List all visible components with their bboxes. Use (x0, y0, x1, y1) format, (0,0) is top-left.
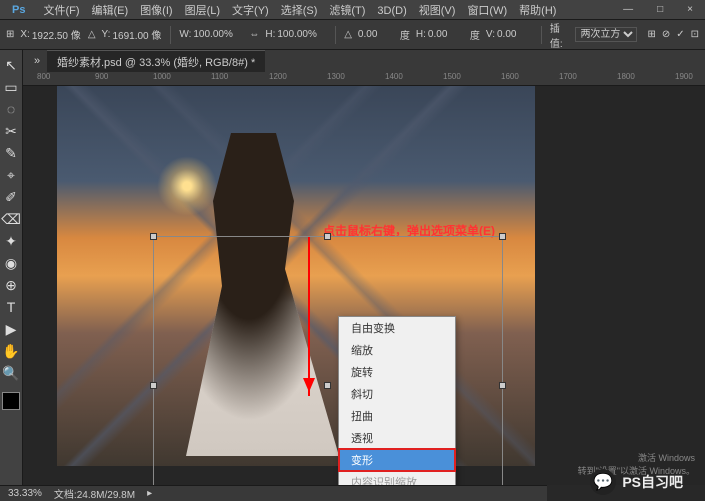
hskew-input[interactable] (428, 29, 464, 40)
link-icon[interactable]: ⇔ (249, 29, 259, 40)
menu-item[interactable]: 图像(I) (134, 5, 178, 17)
tool-button[interactable]: ↖ (0, 54, 22, 76)
ruler-tick: 1700 (559, 72, 617, 85)
chevron-right-icon[interactable]: ▸ (147, 488, 152, 499)
ruler-tick: 800 (37, 72, 95, 85)
ruler-horizontal: 8009001000110012001300140015001600170018… (23, 72, 705, 86)
interp-label: 插值: (550, 20, 570, 50)
hskew-unit: 度 (470, 27, 480, 42)
tool-button[interactable]: ⌫ (0, 208, 22, 230)
menu-item[interactable]: 文件(F) (37, 5, 85, 17)
ruler-tick: 1200 (269, 72, 327, 85)
handle-tl[interactable] (150, 233, 157, 240)
ruler-tick: 1300 (327, 72, 385, 85)
y-input[interactable] (112, 29, 162, 40)
context-menu-item[interactable]: 自由变换 (339, 317, 455, 339)
interp-select[interactable]: 两次立方 (575, 27, 637, 42)
doc-size: 文档:24.8M/29.8M (54, 486, 135, 501)
handle-tc[interactable] (324, 233, 331, 240)
tool-button[interactable]: ◉ (0, 252, 22, 274)
commit-transform-icon[interactable]: ✓ (676, 29, 684, 40)
menu-item[interactable]: 3D(D) (371, 5, 412, 17)
menu-item[interactable]: 选择(S) (275, 5, 324, 17)
ruler-tick: 900 (95, 72, 153, 85)
ruler-tick: 1100 (211, 72, 269, 85)
handle-ml[interactable] (150, 382, 157, 389)
status-bar: 33.33% 文档:24.8M/29.8M ▸ (0, 485, 547, 501)
angle-unit: 度 (400, 27, 410, 42)
transform-origin-icon[interactable]: ⊞ (6, 29, 14, 40)
menu-item[interactable]: 编辑(E) (86, 5, 135, 17)
hskew-label: H: (416, 29, 426, 40)
cancel-transform-icon[interactable]: ⊘ (662, 29, 670, 40)
context-menu-item[interactable]: 斜切 (339, 383, 455, 405)
minimize-button[interactable]: — (617, 4, 639, 15)
tool-button[interactable]: ✎ (0, 142, 22, 164)
options-bar: ⊞ X: △ Y: W: ⇔ H: △ 度 H: 度 V: 插值: 两次立方 ⊞… (0, 20, 705, 50)
document-tab[interactable]: 婚纱素材.psd @ 33.3% (婚纱, RGB/8#) * (47, 50, 265, 73)
document-tabs: » 婚纱素材.psd @ 33.3% (婚纱, RGB/8#) * (23, 50, 705, 72)
tool-button[interactable]: ✂ (0, 120, 22, 142)
x-label: X: (20, 29, 29, 40)
angle-input[interactable] (358, 29, 394, 40)
menu-item[interactable]: 图层(L) (179, 5, 226, 17)
warp-mode-icon[interactable]: ⊞ (647, 29, 655, 40)
tool-button[interactable]: ✐ (0, 186, 22, 208)
tool-button[interactable]: ✦ (0, 230, 22, 252)
menu-item[interactable]: 窗口(W) (461, 5, 513, 17)
context-menu-item[interactable]: 透视 (339, 427, 455, 449)
menu-item[interactable]: 帮助(H) (513, 5, 562, 17)
toolbox: ↖▭◌✂✎⌖✐⌫✦◉⊕T▶✋🔍 (0, 50, 23, 485)
menu-item[interactable]: 滤镜(T) (323, 5, 371, 17)
ps-logo: Ps (6, 4, 31, 16)
maximize-button[interactable]: □ (651, 4, 669, 15)
tool-button[interactable]: ✋ (0, 340, 22, 362)
channel-watermark: 💬 PS自习吧 (590, 469, 683, 495)
tool-button[interactable]: ⊕ (0, 274, 22, 296)
window-controls: — □ × (617, 4, 699, 15)
color-swatch[interactable] (2, 392, 20, 410)
tool-button[interactable]: ▭ (0, 76, 22, 98)
ruler-tick: 1000 (153, 72, 211, 85)
handle-mc[interactable] (324, 382, 331, 389)
h-input[interactable] (277, 29, 327, 40)
ruler-tick: 1600 (501, 72, 559, 85)
canvas[interactable]: 点击鼠标右键，弹出选项菜单(E) 自由变换缩放旋转斜切扭曲透视变形内容识别缩放操… (23, 86, 705, 485)
ruler-tick: 1400 (385, 72, 443, 85)
angle-icon: △ (344, 29, 352, 40)
handle-tr[interactable] (499, 233, 506, 240)
vskew-input[interactable] (497, 29, 533, 40)
ruler-tick: 1800 (617, 72, 675, 85)
h-label: H: (265, 29, 275, 40)
context-menu-item[interactable]: 变形 (339, 449, 455, 471)
tool-button[interactable]: 🔍 (0, 362, 22, 384)
ruler-tick: 1900 (675, 72, 705, 85)
context-menu-item[interactable]: 旋转 (339, 361, 455, 383)
tool-button[interactable]: ◌ (0, 98, 22, 120)
wechat-icon: 💬 (590, 469, 616, 495)
tool-button[interactable]: ▶ (0, 318, 22, 340)
zoom-value[interactable]: 33.33% (8, 488, 42, 499)
context-menu-item: 内容识别缩放 (339, 471, 455, 485)
ruler-tick: 1500 (443, 72, 501, 85)
x-input[interactable] (32, 29, 82, 40)
collapse-icon[interactable]: » (34, 55, 40, 67)
w-label: W: (179, 29, 191, 40)
delta-icon[interactable]: △ (88, 29, 96, 40)
close-button[interactable]: × (681, 4, 699, 15)
handle-mr[interactable] (499, 382, 506, 389)
w-input[interactable] (193, 29, 243, 40)
menu-item[interactable]: 视图(V) (413, 5, 462, 17)
menu-item[interactable]: 文字(Y) (226, 5, 275, 17)
canvas-area: » 婚纱素材.psd @ 33.3% (婚纱, RGB/8#) * 800900… (23, 50, 705, 485)
tool-button[interactable]: ⌖ (0, 164, 22, 186)
context-menu-item[interactable]: 扭曲 (339, 405, 455, 427)
y-label: Y: (102, 29, 111, 40)
tool-button[interactable]: T (0, 296, 22, 318)
menu-bar: Ps 文件(F)编辑(E)图像(I)图层(L)文字(Y)选择(S)滤镜(T)3D… (0, 0, 705, 20)
context-menu-item[interactable]: 缩放 (339, 339, 455, 361)
overflow-icon[interactable]: ⊡ (691, 29, 699, 40)
context-menu: 自由变换缩放旋转斜切扭曲透视变形内容识别缩放操控变形旋转 180 度顺时针旋转 … (338, 316, 456, 485)
vskew-label: V: (486, 29, 495, 40)
